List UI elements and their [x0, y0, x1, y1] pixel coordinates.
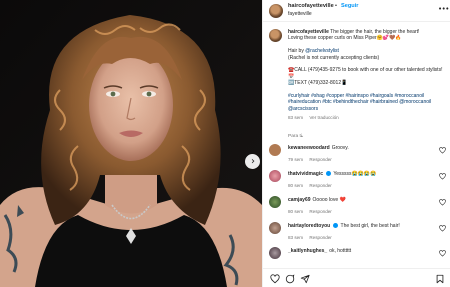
commenter-username[interactable]: _kaitlynhughes_ [288, 248, 327, 254]
comment-meta: 80 sem Responder [288, 183, 337, 188]
like-comment-heart-icon[interactable] [439, 199, 446, 206]
share-icon[interactable] [300, 274, 310, 284]
post-photo[interactable]: › [0, 0, 262, 287]
like-comment-heart-icon[interactable] [439, 173, 446, 180]
commenter-avatar[interactable] [269, 196, 281, 208]
avatar[interactable] [269, 4, 283, 18]
post-header: haircofayetteville • Seguir fayetteville… [263, 0, 450, 22]
next-photo-button[interactable]: › [245, 154, 260, 169]
commenter-avatar[interactable] [269, 247, 281, 259]
comment-time: 79 sem [288, 157, 304, 162]
comment-time: 80 sem [288, 183, 304, 188]
comment-meta: 80 sem Responder [288, 209, 337, 214]
comment-text: The best girl, the best hair! [340, 223, 400, 229]
chevron-right-icon: › [251, 155, 255, 167]
more-options-icon[interactable]: ••• [438, 5, 449, 13]
text-line: 🆗TEXT (479)332-8012📱 [288, 80, 348, 87]
comment-time: 83 sem [288, 235, 304, 240]
call-line: ☎️CALL (479)435-9275 to book with one of… [288, 67, 443, 80]
reply-button[interactable]: Responder [309, 235, 331, 240]
comment-time: 80 sem [288, 209, 304, 214]
caption-avatar[interactable] [269, 29, 282, 42]
reply-button[interactable]: Responder [309, 209, 331, 214]
verified-badge-icon [326, 171, 332, 177]
chevron-down-icon[interactable]: ⌄ [300, 133, 304, 139]
commenter-avatar[interactable] [269, 222, 281, 234]
comment-text: ok, hotttttt [329, 248, 352, 254]
commenter-username[interactable]: hairtayloredtoyou [288, 223, 330, 229]
hashtags[interactable]: #curlyhair #shag #copper #hairinspo #hai… [288, 93, 431, 112]
verified-badge-icon [333, 223, 339, 229]
caption-text: haircofayetteville The bigger the hair, … [288, 29, 448, 122]
portrait-image [0, 0, 262, 287]
like-heart-icon[interactable] [270, 274, 280, 284]
post-actions-bar [263, 268, 450, 287]
post-side-panel: haircofayetteville • Seguir fayetteville… [262, 0, 450, 287]
post-username[interactable]: haircofayetteville [288, 3, 334, 9]
post-location[interactable]: fayetteville [288, 11, 312, 17]
comment-text: Yesssss😭😭😭😭 [333, 171, 377, 177]
caption-meta: 83 sem Ver traducción [288, 115, 448, 121]
not-accepting-note: (Rachel is not currently accepting clien… [288, 54, 380, 61]
comment-meta: 83 sem Responder [288, 235, 337, 240]
comment-text: Ooooo love ❤️ [312, 197, 346, 203]
stylist-mention-link[interactable]: @rachelvstylist [305, 48, 339, 54]
reply-button[interactable]: Responder [309, 157, 331, 162]
hair-by-prefix: Hair by [288, 48, 306, 55]
comment-body: camjay69 Ooooo love ❤️ [288, 197, 433, 203]
like-comment-heart-icon[interactable] [439, 250, 446, 257]
follow-button[interactable]: Seguir [341, 3, 358, 9]
commenter-username[interactable]: camjay69 [288, 197, 311, 203]
save-bookmark-icon[interactable] [435, 274, 445, 284]
separator-dot: • [335, 3, 337, 9]
commenter-avatar[interactable] [269, 144, 281, 156]
caption-line2: Loving these copper curls on Miss Piper🤗… [288, 35, 402, 42]
see-translation-link[interactable]: Ver traducción [309, 115, 338, 120]
commenter-username[interactable]: thatvividmagic [288, 171, 323, 177]
commenter-avatar[interactable] [269, 170, 281, 182]
comment-meta: 79 sem Responder [288, 157, 337, 162]
comment-body: _kaitlynhughes_ ok, hotttttt [288, 248, 433, 254]
comment-body: kewaneewoodard Groovy. [288, 145, 433, 151]
comment-icon[interactable] [285, 274, 295, 284]
caption-time: 83 sem [288, 115, 304, 121]
comment-body: hairtayloredtoyou The best girl, the bes… [288, 223, 433, 229]
commenter-username[interactable]: kewaneewoodard [288, 145, 330, 151]
reply-button[interactable]: Responder [309, 183, 331, 188]
like-comment-heart-icon[interactable] [439, 225, 446, 232]
comment-text: Groovy. [331, 145, 349, 151]
like-comment-heart-icon[interactable] [439, 147, 446, 154]
comment-body: thatvividmagic Yesssss😭😭😭😭 [288, 171, 433, 177]
